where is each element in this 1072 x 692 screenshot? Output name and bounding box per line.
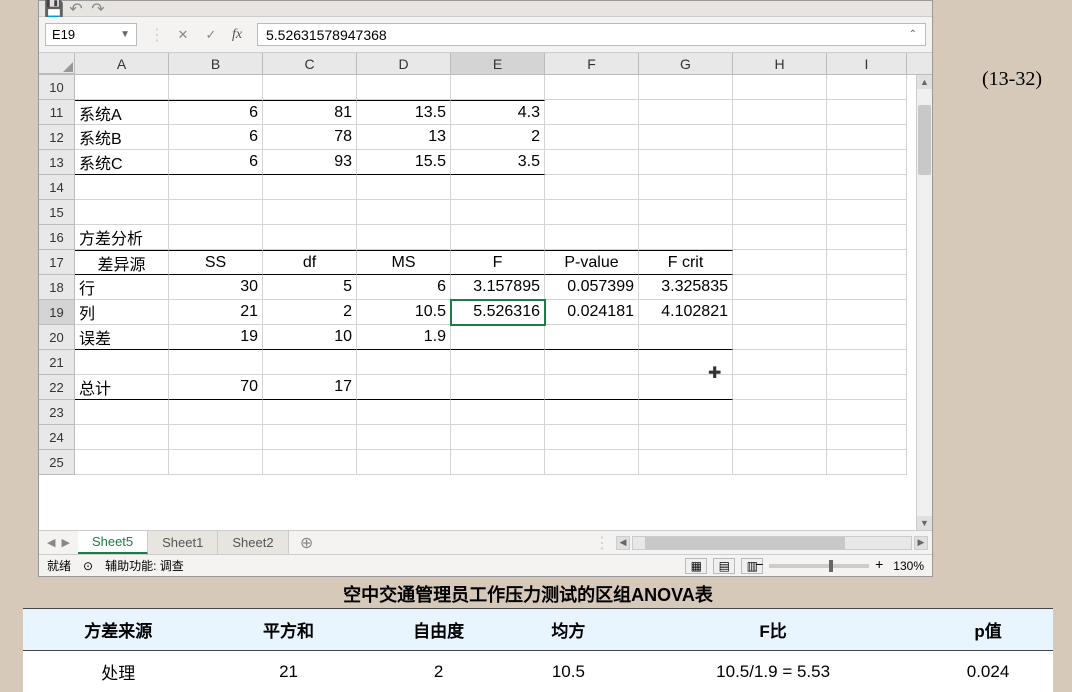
status-accessibility[interactable]: 辅助功能: 调查 xyxy=(105,557,184,574)
row-25: 25 xyxy=(39,450,932,475)
col-header-I[interactable]: I xyxy=(827,53,907,74)
hscroll-right-icon[interactable]: ▶ xyxy=(914,536,928,550)
tab-sheet5[interactable]: Sheet5 xyxy=(78,531,148,554)
confirm-button[interactable]: ✓ xyxy=(197,23,225,47)
hscroll-left-icon[interactable]: ◀ xyxy=(616,536,630,550)
excel-window: 💾 ↶ ↷ E19 ▼ ⋮ ✕ ✓ fx 5.52631578947368 ⌃ … xyxy=(38,0,933,577)
col-header-C[interactable]: C xyxy=(263,53,357,74)
fx-icon[interactable]: fx xyxy=(225,27,249,43)
tab-sheet2[interactable]: Sheet2 xyxy=(218,531,288,554)
anova-summary-table: 方差来源 平方和 自由度 均方 F比 p值 处理 21 2 10.5 10.5/… xyxy=(23,608,1053,692)
column-headers: A B C D E F G H I xyxy=(39,53,932,75)
horizontal-scrollbar[interactable]: ⋮ ◀ ▶ xyxy=(325,531,932,554)
zoom-level[interactable]: 130% xyxy=(893,559,924,573)
col-header-F[interactable]: F xyxy=(545,53,639,74)
selected-cell[interactable]: 5.526316 xyxy=(451,300,545,325)
rows-area: 10 11系统A68113.54.3 12系统B678132 13系统C6931… xyxy=(39,75,932,530)
zoom-slider[interactable] xyxy=(769,564,869,568)
col-header-A[interactable]: A xyxy=(75,53,169,74)
row-22: 22总计7017 xyxy=(39,375,932,400)
divider: ⋮ xyxy=(590,533,614,553)
name-box[interactable]: E19 ▼ xyxy=(45,23,137,46)
tab-sheet1[interactable]: Sheet1 xyxy=(148,531,218,554)
th-ss: 平方和 xyxy=(214,609,364,651)
row-21: 21 xyxy=(39,350,932,375)
vertical-scrollbar[interactable]: ▲ ▼ xyxy=(916,75,932,530)
formula-input[interactable]: 5.52631578947368 ⌃ xyxy=(257,23,926,46)
row-11: 11系统A68113.54.3 xyxy=(39,100,932,125)
tab-next-icon[interactable]: ▶ xyxy=(61,536,69,549)
spreadsheet-grid: A B C D E F G H I 10 11系统A68113.54.3 12系… xyxy=(39,53,932,530)
formula-value: 5.52631578947368 xyxy=(266,27,387,43)
row-14: 14 xyxy=(39,175,932,200)
row-16: 16方差分析 xyxy=(39,225,932,250)
save-icon[interactable]: 💾 xyxy=(47,2,61,16)
col-header-E[interactable]: E xyxy=(451,53,545,74)
scroll-up-icon[interactable]: ▲ xyxy=(917,75,932,89)
view-normal-icon[interactable]: ▦ xyxy=(685,558,707,574)
th-ms: 均方 xyxy=(514,609,624,651)
redo-icon[interactable]: ↷ xyxy=(91,2,105,16)
tab-prev-icon[interactable]: ◀ xyxy=(47,536,55,549)
th-df: 自由度 xyxy=(364,609,514,651)
row-15: 15 xyxy=(39,200,932,225)
row-13: 13系统C69315.53.5 xyxy=(39,150,932,175)
row-17: 17差异源SSdfMSFP-valueF crit xyxy=(39,250,932,275)
status-right: ▦ ▤ ▥ 130% xyxy=(685,558,924,574)
anova-caption: 空中交通管理员工作压力测试的区组ANOVA表 xyxy=(38,581,1018,607)
table-row: 处理 21 2 10.5 10.5/1.9 = 5.53 0.024 xyxy=(23,651,1053,692)
row-24: 24 xyxy=(39,425,932,450)
status-ready: 就绪 xyxy=(47,557,71,574)
formula-bar: E19 ▼ ⋮ ✕ ✓ fx 5.52631578947368 ⌃ xyxy=(39,17,932,53)
hscroll-thumb[interactable] xyxy=(645,537,845,549)
expand-formula-icon[interactable]: ⌃ xyxy=(909,29,917,40)
status-bar: 就绪 ⊙ 辅助功能: 调查 ▦ ▤ ▥ 130% xyxy=(39,554,932,576)
page-reference: (13-32) xyxy=(982,68,1042,91)
scroll-down-icon[interactable]: ▼ xyxy=(917,516,932,530)
undo-icon[interactable]: ↶ xyxy=(69,2,83,16)
tab-nav: ◀ ▶ xyxy=(39,531,78,554)
col-header-H[interactable]: H xyxy=(733,53,827,74)
view-page-layout-icon[interactable]: ▤ xyxy=(713,558,735,574)
select-all-corner[interactable] xyxy=(39,53,75,74)
add-sheet-button[interactable]: ⊕ xyxy=(289,531,325,554)
col-header-D[interactable]: D xyxy=(357,53,451,74)
zoom-thumb[interactable] xyxy=(829,560,833,572)
row-19: 19列21210.55.5263160.0241814.102821 xyxy=(39,300,932,325)
divider: ⋮ xyxy=(145,25,169,45)
row-12: 12系统B678132 xyxy=(39,125,932,150)
table-header-row: 方差来源 平方和 自由度 均方 F比 p值 xyxy=(23,609,1053,651)
th-p: p值 xyxy=(923,609,1053,651)
col-header-G[interactable]: G xyxy=(639,53,733,74)
th-f: F比 xyxy=(623,609,923,651)
th-source: 方差来源 xyxy=(23,609,214,651)
row-23: 23 xyxy=(39,400,932,425)
sheet-tabs: Sheet5 Sheet1 Sheet2 ⊕ xyxy=(78,531,325,554)
row-20: 20误差19101.9 xyxy=(39,325,932,350)
name-box-value: E19 xyxy=(52,27,75,42)
sheet-tabs-row: ◀ ▶ Sheet5 Sheet1 Sheet2 ⊕ ⋮ ◀ ▶ xyxy=(39,530,932,554)
hscroll-track[interactable] xyxy=(632,536,912,550)
vscroll-thumb[interactable] xyxy=(918,105,931,175)
col-header-B[interactable]: B xyxy=(169,53,263,74)
cancel-button[interactable]: ✕ xyxy=(169,23,197,47)
accessibility-icon[interactable]: ⊙ xyxy=(83,559,93,573)
quick-access-toolbar: 💾 ↶ ↷ xyxy=(39,1,932,17)
row-18: 18行30563.1578950.0573993.325835 xyxy=(39,275,932,300)
row-10: 10 xyxy=(39,75,932,100)
formula-buttons: ⋮ ✕ ✓ fx xyxy=(145,23,249,46)
chevron-down-icon[interactable]: ▼ xyxy=(120,29,130,40)
